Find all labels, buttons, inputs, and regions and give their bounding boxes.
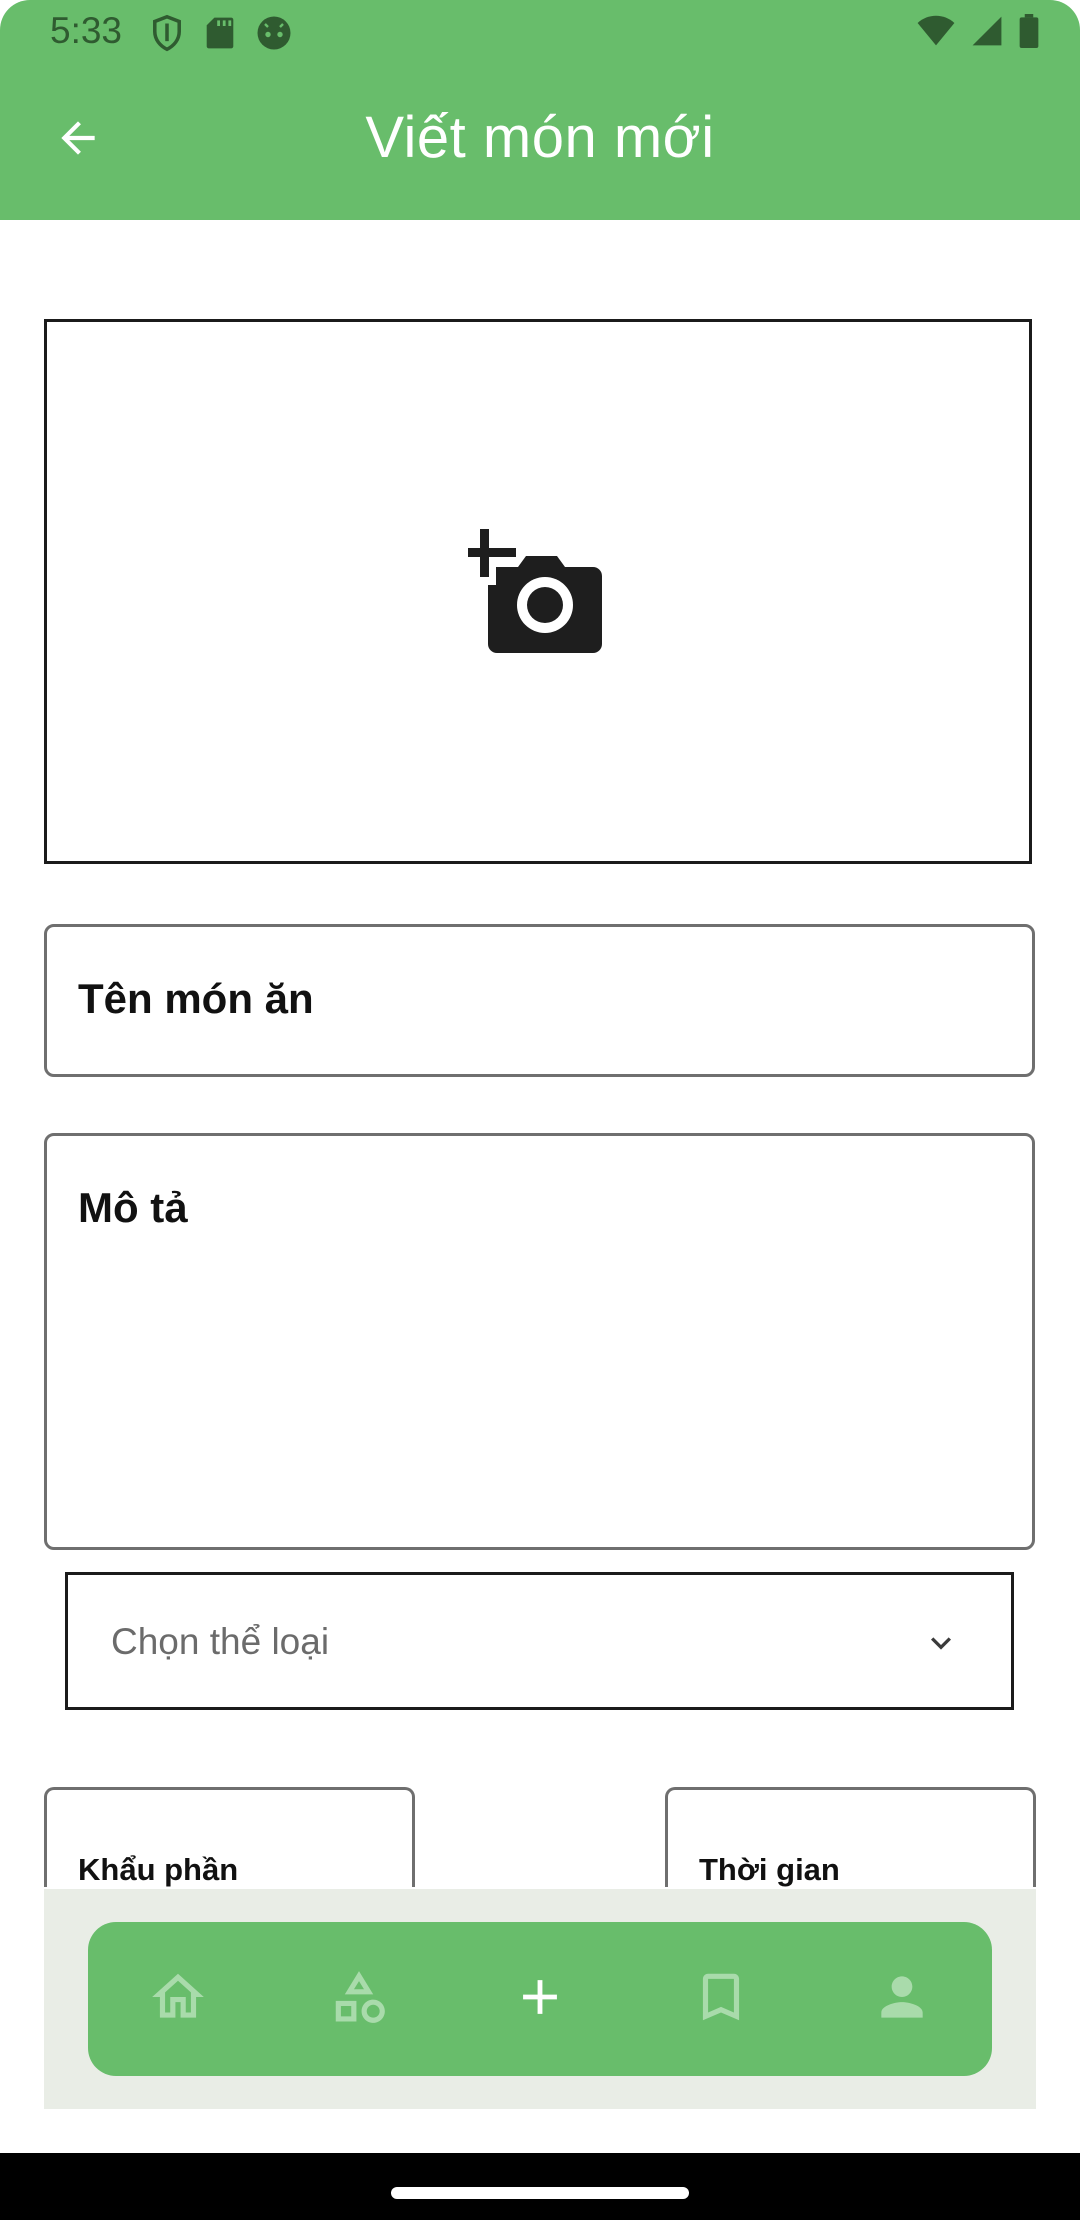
cellular-signal-icon <box>970 15 1004 52</box>
category-placeholder: Chọn thể loại <box>111 1621 330 1662</box>
nav-item-home[interactable] <box>128 1949 228 2049</box>
profile-icon <box>871 1966 933 2033</box>
recipe-name-field[interactable]: Tên món ăn <box>44 924 1035 1077</box>
bookmark-icon <box>690 1966 752 2033</box>
category-dropdown[interactable]: Chọn thể loại <box>65 1572 1014 1710</box>
recipe-name-label: Tên món ăn <box>78 975 314 1022</box>
add-icon <box>511 1968 569 2031</box>
nav-item-profile[interactable] <box>852 1949 952 2049</box>
servings-field[interactable]: Khẩu phần <box>44 1787 415 1887</box>
status-icons-right <box>916 14 1040 53</box>
app-bar: 5:33 Viết món mới <box>0 0 1080 220</box>
home-icon <box>147 1966 209 2033</box>
cooking-time-label: Thời gian <box>699 1852 840 1887</box>
status-icons-left <box>150 14 292 57</box>
categories-icon <box>328 1966 390 2033</box>
add-photo-icon[interactable] <box>468 529 604 660</box>
servings-label: Khẩu phần <box>78 1852 239 1887</box>
nav-item-categories[interactable] <box>309 1949 409 2049</box>
bottom-nav-container <box>44 1889 1036 2109</box>
nav-item-saved[interactable] <box>671 1949 771 2049</box>
description-label: Mô tả <box>78 1184 188 1231</box>
chevron-down-icon <box>921 1623 961 1668</box>
sd-card-icon <box>206 16 234 55</box>
system-nav-bar <box>0 2153 1080 2220</box>
bottom-nav-bar <box>88 1922 992 2076</box>
cooking-time-field[interactable]: Thời gian <box>665 1787 1036 1887</box>
home-gesture-handle[interactable] <box>391 2187 689 2199</box>
screen: 5:33 Viết món mới Tên món ăn Mô tả Chọn … <box>0 0 1080 2220</box>
battery-icon <box>1018 14 1040 53</box>
status-time: 5:33 <box>50 10 123 51</box>
shield-icon <box>150 14 184 57</box>
android-face-icon <box>256 15 292 56</box>
page-title: Viết món mới <box>365 105 715 170</box>
description-field[interactable]: Mô tả <box>44 1133 1035 1550</box>
nav-item-add[interactable] <box>490 1949 590 2049</box>
wifi-icon <box>916 15 956 52</box>
